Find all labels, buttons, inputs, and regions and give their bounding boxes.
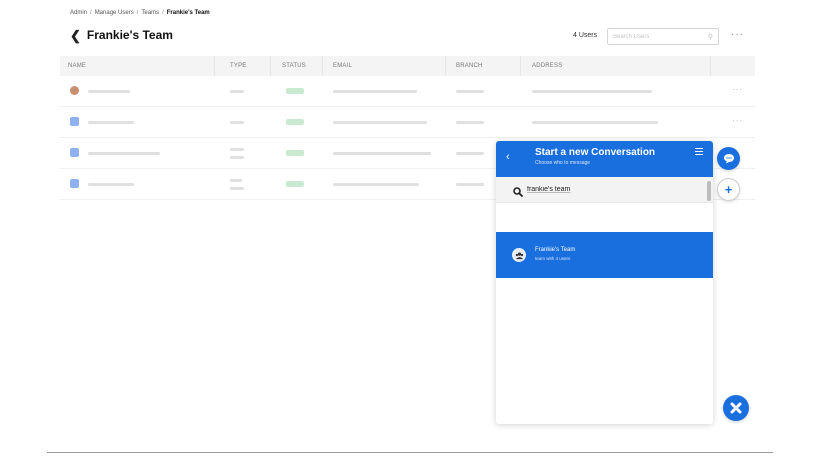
breadcrumb: Admin / Manage Users / Teams / Frankie's Team [70,10,210,16]
result-subtitle: team with 4 users [535,256,571,261]
row-more-icon[interactable]: ··· [732,116,743,125]
column-divider [214,56,215,76]
page-title: Frankie's Team [86,28,173,42]
row-more-icon[interactable]: ··· [732,85,743,94]
user-count: 4 Users [573,32,598,39]
search-result-item[interactable]: Frankie's Team team with 4 users [496,232,713,278]
status-badge [286,181,304,187]
row-type-placeholder [230,148,244,151]
row-email-placeholder [333,121,427,124]
row-branch-placeholder [456,152,484,155]
row-address-placeholder [532,90,652,93]
plus-icon[interactable]: + [717,178,740,201]
row-type-placeholder [230,121,244,124]
row-name-placeholder [88,183,134,186]
breadcrumb-separator: / [162,10,164,16]
row-branch-placeholder [456,121,484,124]
table-row[interactable]: ··· [60,107,755,138]
row-email-placeholder [333,90,417,93]
row-name-placeholder [88,90,130,93]
scrollbar[interactable] [707,181,711,201]
row-address-placeholder [532,121,658,124]
row-email-placeholder [333,183,419,186]
avatar [70,117,79,126]
status-badge [286,150,304,156]
column-header-email[interactable]: EMAIL [333,63,352,69]
table-row[interactable]: ··· [60,76,755,107]
panel-title: Start a new Conversation [535,147,656,158]
column-header-type[interactable]: TYPE [230,63,246,69]
chevron-left-icon[interactable]: ‹ [506,151,510,163]
row-name-placeholder [88,152,160,155]
more-icon[interactable]: ··· [731,29,744,40]
column-divider [520,56,521,76]
row-type-placeholder [230,156,244,159]
search-box[interactable]: ⚲ [607,28,719,45]
chat-bubble-icon[interactable] [717,147,740,170]
title-row: ❮ Frankie's Team [70,28,173,42]
column-divider [322,56,323,76]
team-icon [512,248,526,262]
panel-header: ‹ Start a new Conversation Choose who to… [496,141,713,177]
chevron-left-icon[interactable]: ❮ [70,29,81,42]
row-email-placeholder [333,152,431,155]
breadcrumb-manage-users[interactable]: Manage Users [95,10,134,16]
column-divider [710,56,711,76]
avatar [70,86,79,95]
table-header: NAME TYPE STATUS EMAIL BRANCH ADDRESS [60,56,755,76]
column-header-name[interactable]: NAME [68,63,86,69]
hamburger-icon[interactable] [695,148,703,157]
close-icon[interactable] [723,395,749,421]
avatar [70,179,79,188]
column-divider [445,56,446,76]
row-type-placeholder [230,90,244,93]
panel-search [496,177,713,203]
column-header-address[interactable]: ADDRESS [532,63,562,69]
panel-subtitle: Choose who to message [535,160,591,166]
breadcrumb-separator: / [90,10,92,16]
row-branch-placeholder [456,183,484,186]
row-branch-placeholder [456,90,484,93]
result-name: Frankie's Team [535,247,576,253]
column-header-status[interactable]: STATUS [282,63,306,69]
breadcrumb-current: Frankie's Team [166,10,210,16]
breadcrumb-separator: / [136,10,139,16]
breadcrumb-teams[interactable]: Teams [141,10,159,16]
status-badge [286,119,304,125]
avatar [70,148,79,157]
column-divider [270,56,271,76]
conversation-search-input[interactable] [527,186,677,193]
row-type-placeholder [230,179,242,182]
search-icon[interactable]: ⚲ [708,33,713,41]
column-header-branch[interactable]: BRANCH [456,63,483,69]
row-type-placeholder [230,187,244,190]
row-name-placeholder [88,121,134,124]
breadcrumb-admin[interactable]: Admin [70,10,87,16]
search-icon [513,184,523,202]
new-conversation-panel: ‹ Start a new Conversation Choose who to… [496,141,713,424]
status-badge [286,88,304,94]
divider [47,452,773,453]
search-input[interactable] [613,33,701,40]
